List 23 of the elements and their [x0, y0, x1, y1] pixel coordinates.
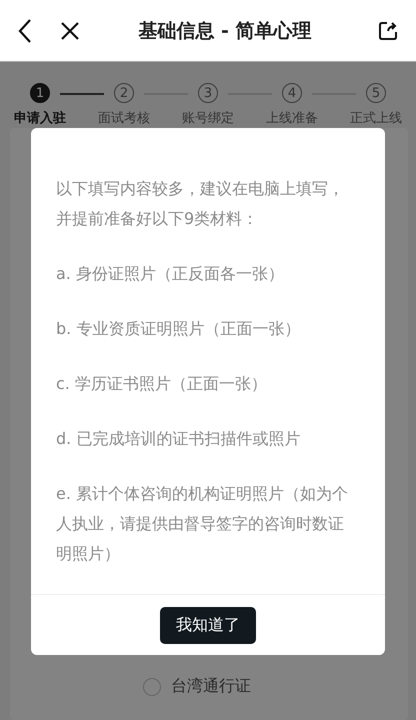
- step-number: 1: [30, 83, 50, 103]
- dialog-text: c. 学历证书照片（正面一张）: [56, 373, 268, 395]
- dialog-text: d. 已完成培训的证书扫描件或照片: [56, 428, 302, 450]
- step-number: 5: [366, 83, 386, 103]
- dialog-text: 以下填写内容较多，建议在电脑上填写，并提前准备好以下9类材料：: [56, 178, 345, 230]
- step-number: 2: [114, 83, 134, 103]
- confirm-button[interactable]: 我知道了: [160, 606, 256, 644]
- step-label: 上线准备: [266, 110, 318, 127]
- dialog-text: b. 专业资质证明照片（正面一张）: [56, 318, 302, 340]
- radio-button[interactable]: [143, 678, 161, 696]
- step-number: 4: [282, 83, 302, 103]
- back-icon[interactable]: [16, 18, 34, 44]
- step-label: 申请入驻: [14, 110, 66, 127]
- page-title: 基础信息 - 简单心理: [137, 18, 313, 44]
- dialog-text: a. 身份证照片（正反面各一张）: [56, 263, 285, 285]
- option-label: 台湾通行证: [171, 676, 251, 697]
- close-icon[interactable]: [60, 20, 80, 40]
- dialog-text: e. 累计个体咨询的机构证明照片（如为个人执业，请提供由督导签字的咨询时数证明照片）: [56, 483, 350, 565]
- step-label: 账号绑定: [182, 110, 234, 127]
- step-label: 正式上线: [350, 110, 402, 127]
- share-icon[interactable]: [378, 20, 398, 40]
- step-label: 面试考核: [98, 110, 150, 127]
- step-number: 3: [198, 83, 218, 103]
